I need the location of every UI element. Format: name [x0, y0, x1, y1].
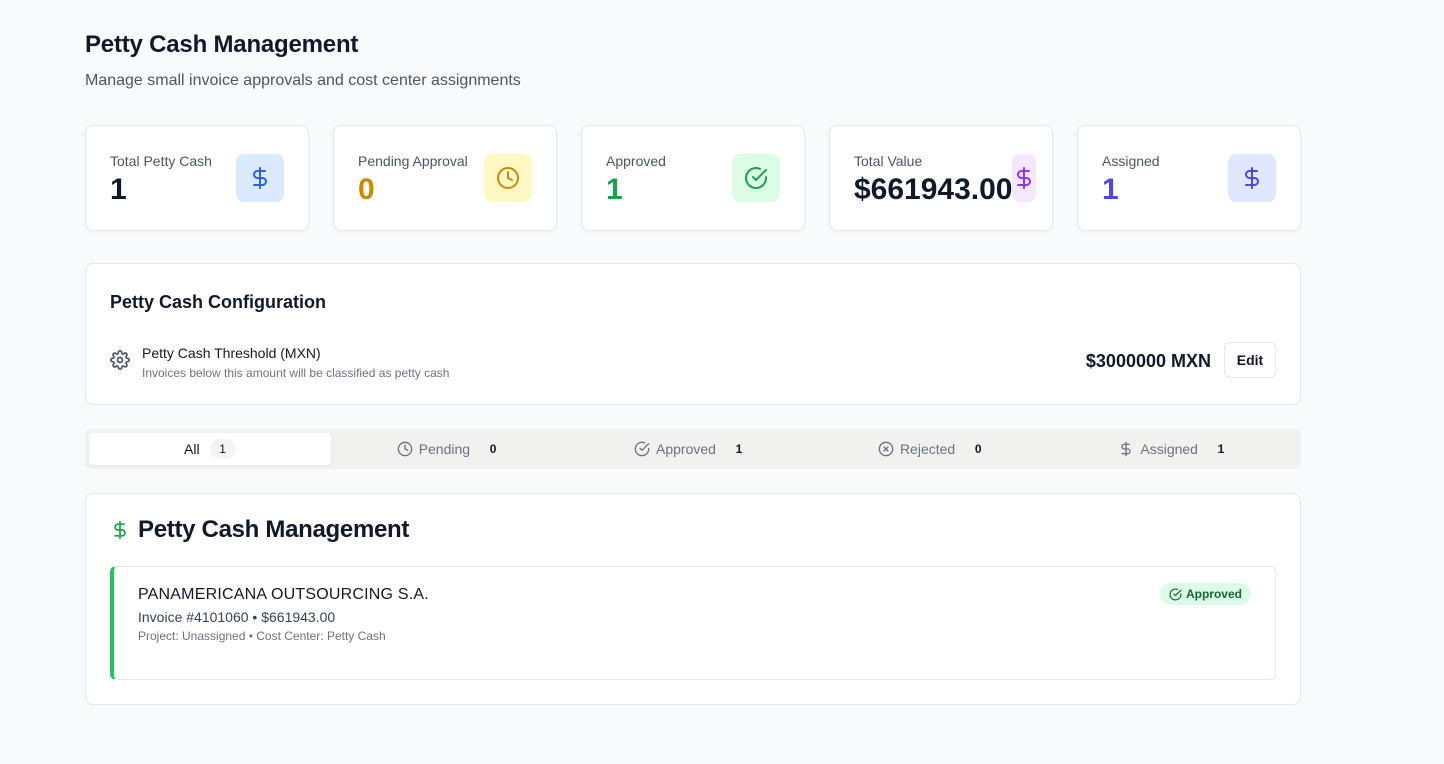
- threshold-label: Petty Cash Threshold (MXN): [142, 345, 321, 361]
- stat-card-pending-approval: Pending Approval 0: [333, 125, 557, 231]
- tab-count: 0: [974, 442, 982, 456]
- dollar-icon: [1121, 441, 1132, 457]
- invoice-info: Invoice #4101060 • $661943.00: [138, 609, 336, 625]
- tab-assigned[interactable]: Assigned 1: [1055, 433, 1297, 465]
- tab-label: Approved: [656, 441, 716, 457]
- stat-label: Total Value: [854, 153, 923, 169]
- stat-value: 1: [606, 173, 623, 206]
- tab-pending[interactable]: Pending 0: [331, 433, 573, 465]
- stat-value: $661943.00: [854, 173, 1013, 206]
- tab-label: All: [184, 441, 200, 457]
- stat-label: Pending Approval: [358, 153, 468, 169]
- page-subtitle: Manage small invoice approvals and cost …: [85, 72, 521, 89]
- config-card: Petty Cash Configuration Petty Cash Thre…: [85, 263, 1301, 405]
- stat-card-total-value: Total Value $661943.00: [829, 125, 1053, 231]
- page-title: Petty Cash Management: [85, 31, 359, 58]
- dollar-icon: [236, 154, 284, 202]
- petty-cash-list-card: Petty Cash Management PANAMERICANA OUTSO…: [85, 493, 1301, 705]
- stat-value: 1: [110, 173, 127, 206]
- tab-label: Rejected: [899, 441, 956, 457]
- vendor-name: PANAMERICANA OUTSOURCING S.A.: [138, 586, 429, 603]
- clock-icon: [397, 441, 413, 457]
- tab-label: Assigned: [1140, 441, 1198, 457]
- x-circle-icon: [878, 441, 894, 457]
- check-circle-icon: [1169, 588, 1182, 600]
- status-badge-label: Approved: [1185, 587, 1242, 601]
- stat-value: 1: [1102, 173, 1119, 206]
- tab-count: 1: [209, 439, 236, 459]
- stat-label: Assigned: [1102, 153, 1160, 169]
- edit-threshold-button[interactable]: Edit: [1224, 342, 1276, 378]
- dollar-icon: [114, 520, 126, 540]
- dollar-icon: [1012, 154, 1036, 202]
- stat-card-assigned: Assigned 1: [1077, 125, 1301, 231]
- tab-label: Pending: [418, 441, 471, 457]
- threshold-value: $3000000 MXN: [1085, 351, 1211, 371]
- tab-count: 1: [735, 442, 743, 456]
- gear-icon: [110, 350, 130, 370]
- tab-approved[interactable]: Approved 1: [572, 433, 814, 465]
- check-circle-icon: [634, 441, 650, 457]
- stat-value: 0: [358, 173, 375, 206]
- status-tabs: All 1 Pending 0 Approved 1 Rejected 0 As…: [85, 429, 1301, 469]
- stat-label: Total Petty Cash: [110, 153, 212, 169]
- entry-meta: Project: Unassigned • Cost Center: Petty…: [138, 629, 386, 643]
- stat-card-total-petty-cash: Total Petty Cash 1: [85, 125, 309, 231]
- tab-count: 0: [489, 442, 497, 456]
- tab-all[interactable]: All 1: [89, 433, 331, 465]
- dollar-icon: [1228, 154, 1276, 202]
- clock-icon: [484, 154, 532, 202]
- stats-row: Total Petty Cash 1 Pending Approval 0 Ap…: [85, 125, 1301, 231]
- list-item[interactable]: PANAMERICANA OUTSOURCING S.A. Invoice #4…: [110, 566, 1276, 680]
- list-title: Petty Cash Management: [138, 516, 410, 543]
- status-badge: Approved: [1159, 583, 1251, 605]
- threshold-description: Invoices below this amount will be class…: [142, 366, 450, 380]
- stat-card-approved: Approved 1: [581, 125, 805, 231]
- tab-count: 1: [1217, 442, 1225, 456]
- stat-label: Approved: [606, 153, 666, 169]
- config-title: Petty Cash Configuration: [110, 292, 327, 312]
- tab-rejected[interactable]: Rejected 0: [814, 433, 1056, 465]
- check-circle-icon: [732, 154, 780, 202]
